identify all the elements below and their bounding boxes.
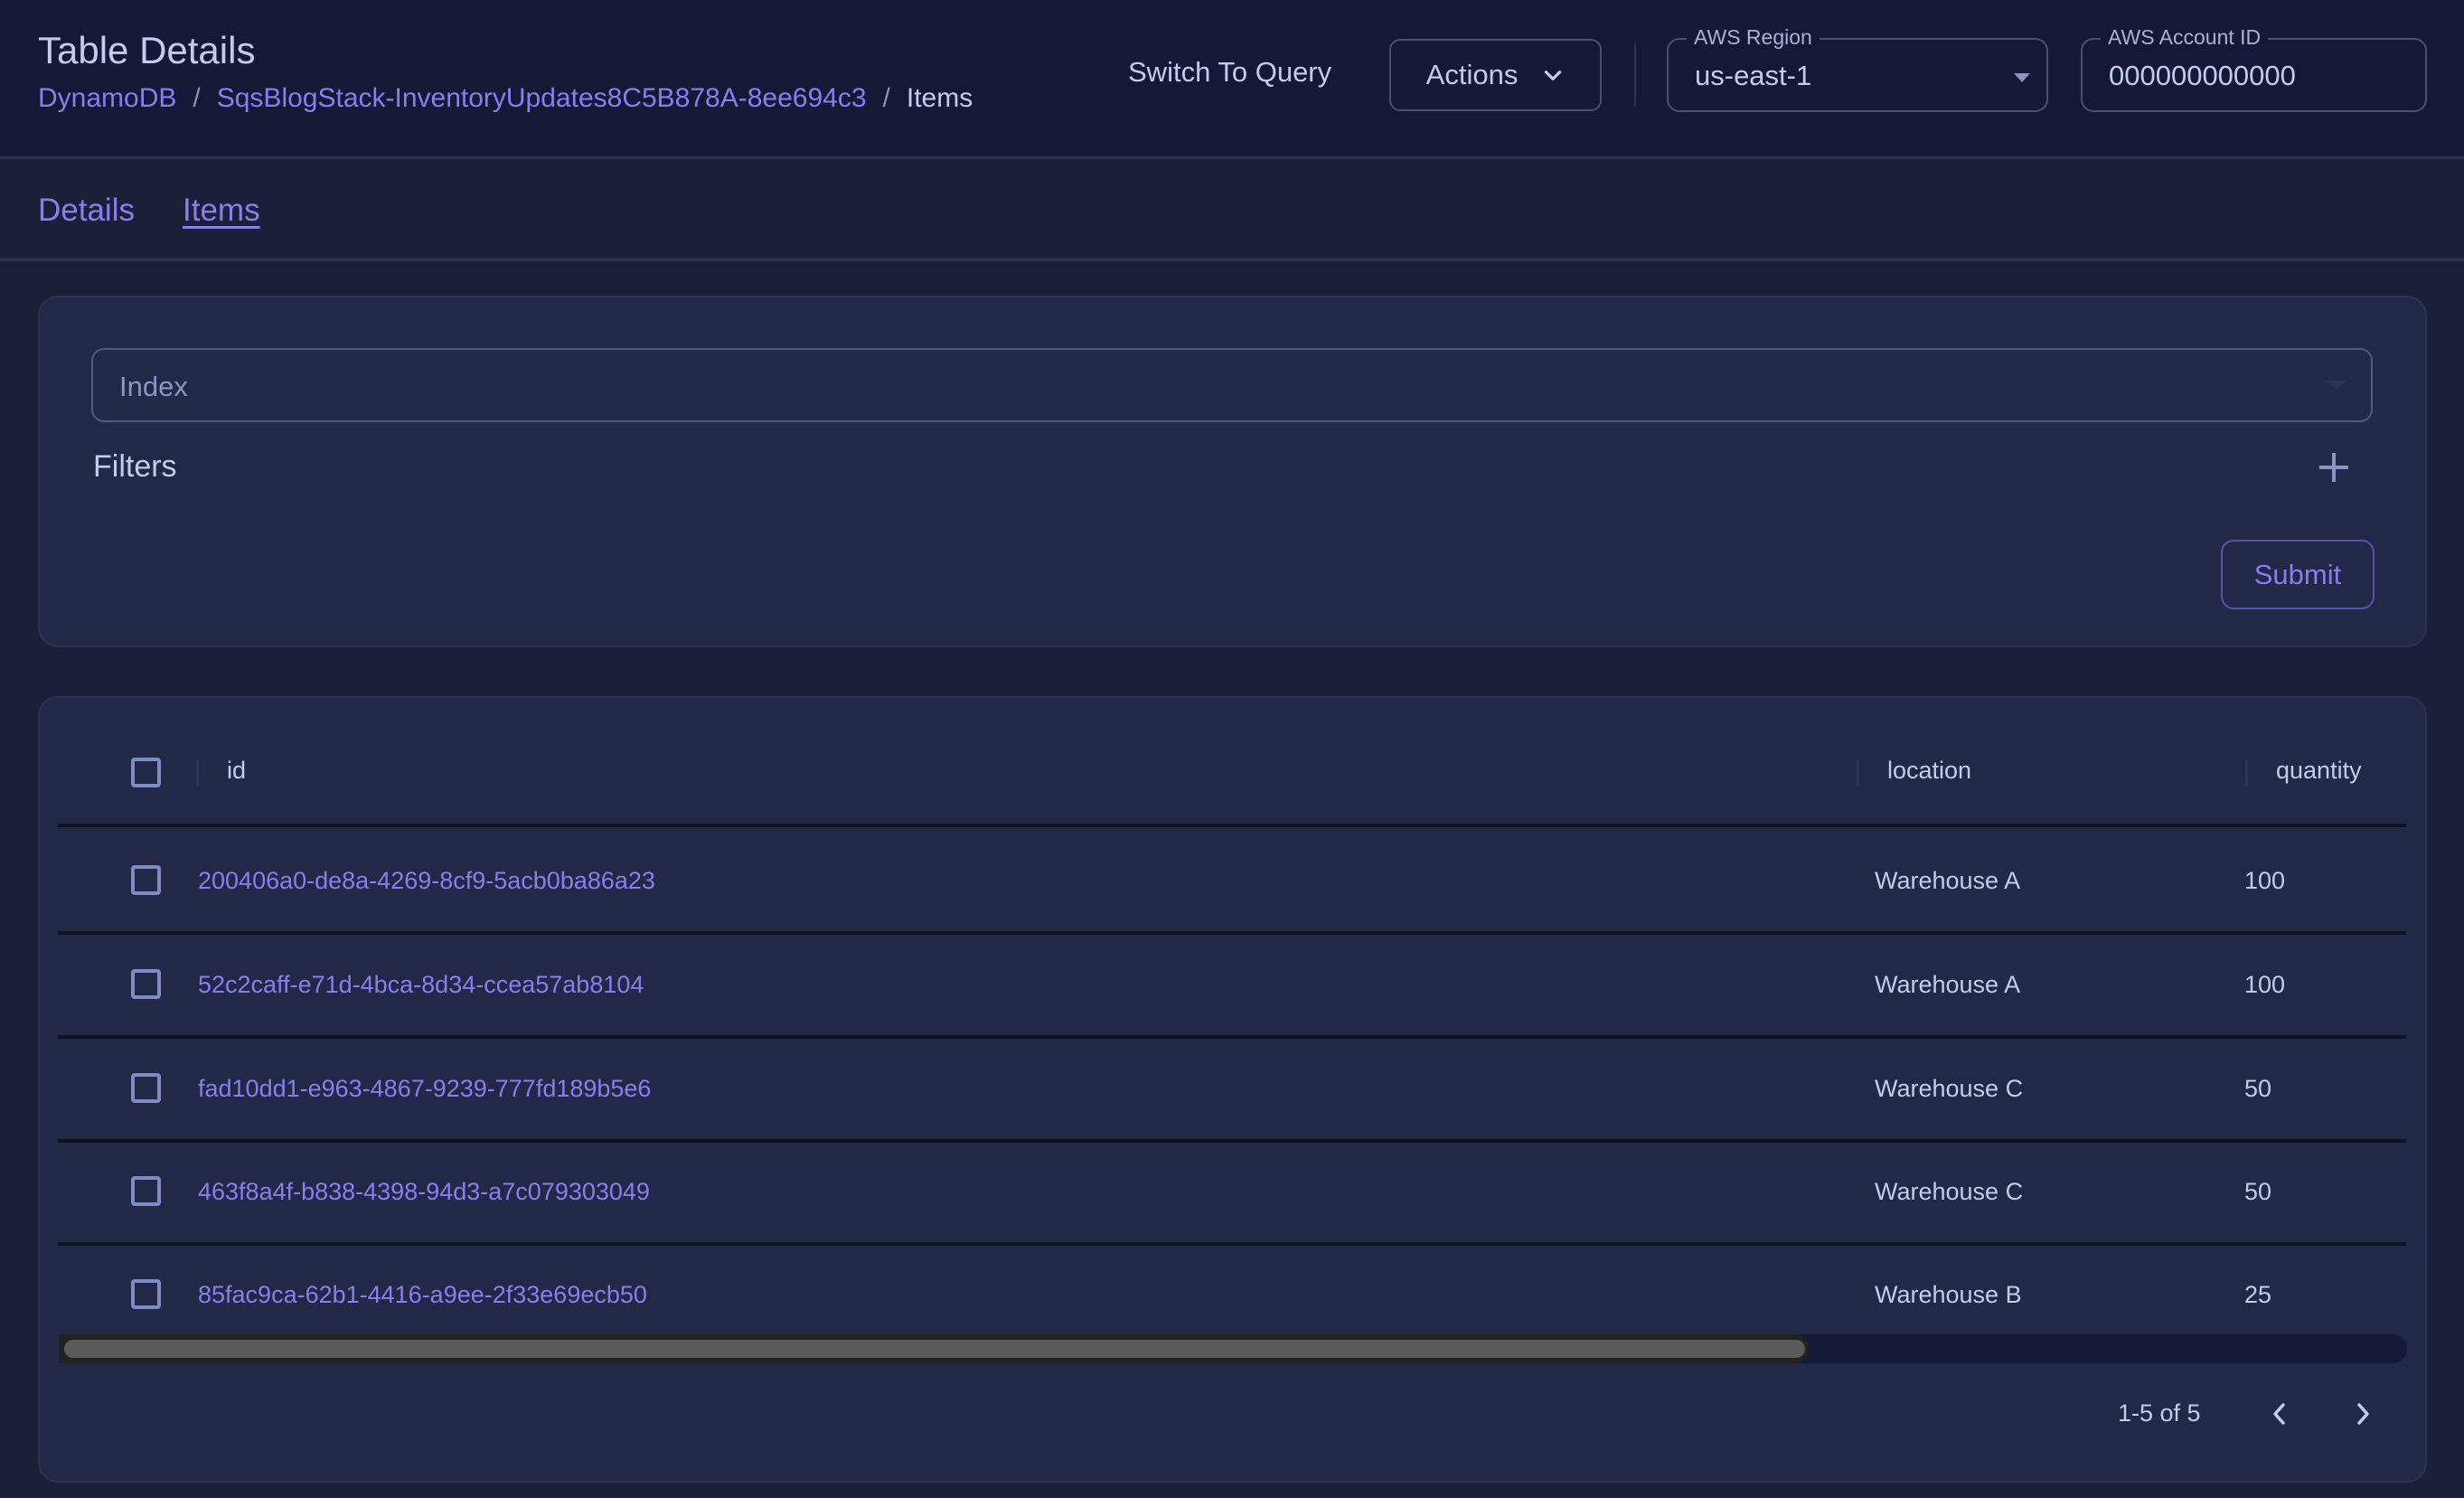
- index-select[interactable]: Index: [91, 348, 2373, 422]
- breadcrumb-separator: /: [882, 83, 890, 113]
- aws-region-select[interactable]: AWS Region us-east-1: [1667, 25, 2048, 112]
- index-placeholder: Index: [119, 371, 188, 402]
- filters-label: Filters: [93, 449, 177, 484]
- row-checkbox[interactable]: [131, 865, 161, 895]
- plus-icon: [2319, 453, 2348, 482]
- item-location: Warehouse C: [1875, 1178, 2024, 1205]
- row-checkbox[interactable]: [131, 969, 161, 999]
- item-quantity: 50: [2244, 1178, 2272, 1205]
- row-checkbox[interactable]: [131, 1073, 161, 1103]
- column-separator: [2245, 759, 2248, 787]
- switch-to-query-button[interactable]: Switch To Query: [1128, 56, 1331, 89]
- tabs-bar: Details Items: [0, 162, 2464, 261]
- previous-page-button[interactable]: [2263, 1396, 2296, 1432]
- scrollbar-thumb-track: [59, 1334, 1809, 1363]
- item-location: Warehouse A: [1875, 971, 2021, 998]
- table-row: 463f8a4f-b838-4398-94d3-a7c079303049 War…: [58, 1142, 2406, 1246]
- chevron-left-icon: [2273, 1403, 2285, 1425]
- dropdown-caret-icon: [2327, 381, 2346, 390]
- chevron-right-icon: [2357, 1403, 2369, 1425]
- breadcrumb-current: Items: [906, 83, 973, 113]
- row-checkbox[interactable]: [131, 1176, 161, 1206]
- row-checkbox[interactable]: [131, 1279, 161, 1309]
- pagination-range: 1-5 of 5: [2118, 1399, 2201, 1427]
- item-quantity: 100: [2244, 971, 2286, 998]
- aws-account-id-field[interactable]: AWS Account ID 000000000000: [2081, 25, 2427, 112]
- tab-details[interactable]: Details: [38, 193, 135, 229]
- column-header-location[interactable]: location: [1887, 757, 1971, 785]
- item-id-link[interactable]: 463f8a4f-b838-4398-94d3-a7c079303049: [198, 1178, 650, 1206]
- item-location: Warehouse B: [1875, 1281, 2022, 1308]
- column-header-id[interactable]: id: [227, 757, 246, 785]
- item-id-link[interactable]: 85fac9ca-62b1-4416-a9ee-2f33e69ecb50: [198, 1281, 647, 1309]
- breadcrumb-separator: /: [193, 83, 201, 113]
- item-quantity: 100: [2244, 867, 2286, 894]
- table-row: 85fac9ca-62b1-4416-a9ee-2f33e69ecb50 War…: [58, 1245, 2406, 1349]
- item-location: Warehouse C: [1875, 1075, 2024, 1102]
- column-separator: [1857, 759, 1859, 787]
- next-page-button[interactable]: [2346, 1396, 2379, 1432]
- items-table: id location quantity 200406a0-de8a-4269-…: [38, 696, 2427, 1483]
- submit-button[interactable]: Submit: [2221, 540, 2375, 609]
- aws-region-value: us-east-1: [1695, 60, 1812, 91]
- item-location: Warehouse A: [1875, 867, 2021, 894]
- filter-panel: Index Filters Submit: [38, 296, 2427, 647]
- table-row: 52c2caff-e71d-4bca-8d34-ccea57ab8104 War…: [58, 935, 2406, 1039]
- page-header: Table Details DynamoDB / SqsBlogStack-In…: [0, 0, 2464, 159]
- header-divider: [1634, 43, 1636, 107]
- aws-account-id-label: AWS Account ID: [2101, 25, 2269, 50]
- item-quantity: 50: [2244, 1075, 2272, 1102]
- item-id-link[interactable]: fad10dd1-e963-4867-9239-777fd189b5e6: [198, 1075, 651, 1103]
- page-title: Table Details: [38, 29, 256, 71]
- table-header-row: id location quantity: [58, 698, 2406, 827]
- chevron-down-icon: [1545, 71, 1562, 80]
- scrollbar-thumb[interactable]: [64, 1340, 1805, 1358]
- tab-items[interactable]: Items: [183, 193, 260, 229]
- item-id-link[interactable]: 52c2caff-e71d-4bca-8d34-ccea57ab8104: [198, 971, 644, 999]
- select-all-checkbox[interactable]: [131, 758, 161, 787]
- aws-region-label: AWS Region: [1687, 25, 1820, 50]
- add-filter-button[interactable]: [2316, 449, 2352, 485]
- horizontal-scrollbar[interactable]: [59, 1334, 2407, 1363]
- dropdown-caret-icon: [2014, 73, 2030, 82]
- item-quantity: 25: [2244, 1281, 2272, 1308]
- actions-button[interactable]: Actions: [1389, 39, 1602, 111]
- table-row: 200406a0-de8a-4269-8cf9-5acb0ba86a23 War…: [58, 831, 2406, 935]
- actions-label: Actions: [1425, 59, 1519, 90]
- item-id-link[interactable]: 200406a0-de8a-4269-8cf9-5acb0ba86a23: [198, 867, 655, 895]
- column-header-quantity[interactable]: quantity: [2276, 757, 2362, 785]
- table-row: fad10dd1-e963-4867-9239-777fd189b5e6 War…: [58, 1039, 2406, 1143]
- aws-account-id-value: 000000000000: [2109, 60, 2296, 91]
- breadcrumb-table-name[interactable]: SqsBlogStack-InventoryUpdates8C5B878A-8e…: [217, 83, 867, 114]
- breadcrumb: DynamoDB / SqsBlogStack-InventoryUpdates…: [38, 83, 973, 114]
- breadcrumb-dynamodb[interactable]: DynamoDB: [38, 83, 176, 114]
- column-separator: [196, 759, 199, 787]
